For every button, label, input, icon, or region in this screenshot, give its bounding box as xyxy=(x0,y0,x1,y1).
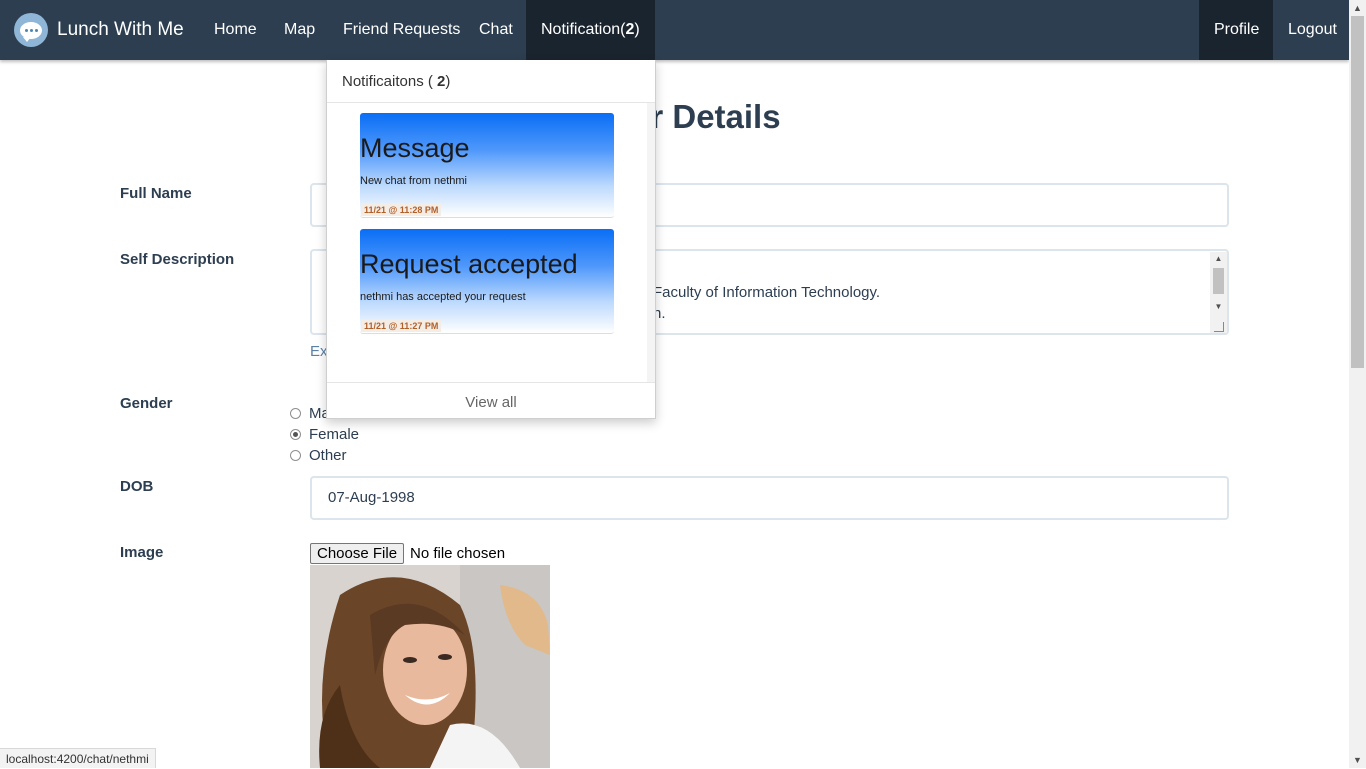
gender-option-female[interactable]: Female xyxy=(290,426,359,443)
notification-card-request[interactable]: Request accepted nethmi has accepted you… xyxy=(360,229,614,334)
profile-photo xyxy=(310,565,550,768)
gender-option-other[interactable]: Other xyxy=(290,447,347,464)
description-link[interactable]: Ex xyxy=(310,343,328,360)
notification-title: Message xyxy=(360,133,470,163)
nav-notification-close: ) xyxy=(634,21,640,38)
nav-friend-requests[interactable]: Friend Requests xyxy=(328,0,475,60)
nav-profile[interactable]: Profile xyxy=(1199,0,1273,60)
file-status: No file chosen xyxy=(410,545,506,562)
gender-label: Gender xyxy=(120,395,173,412)
view-all-link[interactable]: View all xyxy=(327,394,655,411)
radio-other-label: Other xyxy=(309,447,347,464)
self-description-label: Self Description xyxy=(120,251,235,268)
notification-header-close: ) xyxy=(445,73,451,90)
notification-body: nethmi has accepted your request xyxy=(360,291,526,303)
radio-female-label: Female xyxy=(309,426,360,443)
radio-female[interactable] xyxy=(290,429,301,440)
image-label: Image xyxy=(120,544,164,561)
textarea-scrollbar-thumb[interactable] xyxy=(1213,268,1224,294)
gender-option-male[interactable]: Ma xyxy=(290,405,330,422)
brand[interactable]: Lunch With Me xyxy=(14,0,184,60)
nav-notification-label: Notification( xyxy=(541,21,626,38)
textarea-scrollbar[interactable]: ▲ ▼ xyxy=(1210,252,1227,333)
notification-card-message[interactable]: Message New chat from nethmi 11/21 @ 11:… xyxy=(360,113,614,218)
radio-male[interactable] xyxy=(290,408,301,419)
notification-dropdown: Notificaitons ( 2) Message New chat from… xyxy=(326,60,656,419)
notification-divider xyxy=(327,102,655,103)
dob-field[interactable]: 07-Aug-1998 xyxy=(310,476,1229,520)
chat-bubble-logo-icon xyxy=(14,13,48,47)
dob-label: DOB xyxy=(120,478,154,495)
notification-title: Request accepted xyxy=(360,249,578,279)
notification-body: New chat from nethmi xyxy=(360,175,467,187)
full-name-label: Full Name xyxy=(120,185,192,202)
choose-file-button[interactable]: Choose File xyxy=(310,543,405,564)
nav-home[interactable]: Home xyxy=(199,0,272,60)
page-scrollbar-thumb[interactable] xyxy=(1351,16,1364,368)
nav-notification[interactable]: Notification(2) xyxy=(526,0,655,60)
resize-handle-icon[interactable] xyxy=(1214,322,1224,332)
notification-header-label: Notificaitons ( xyxy=(342,73,433,90)
scroll-down-icon[interactable]: ▼ xyxy=(1349,752,1366,768)
brand-name: Lunch With Me xyxy=(57,19,184,40)
nav-logout[interactable]: Logout xyxy=(1273,0,1352,60)
notification-footer-divider xyxy=(327,382,655,383)
textarea-scroll-down-icon[interactable]: ▼ xyxy=(1210,302,1227,311)
navbar: Lunch With Me Home Map Friend Requests C… xyxy=(0,0,1349,60)
notification-time: 11/21 @ 11:27 PM xyxy=(361,320,442,332)
nav-map[interactable]: Map xyxy=(269,0,330,60)
notification-header: Notificaitons ( 2) xyxy=(342,73,450,90)
notification-scrollbar[interactable] xyxy=(647,103,655,383)
browser-status-bar: localhost:4200/chat/nethmi xyxy=(0,748,156,768)
self-description-line-1: Faculty of Information Technology. xyxy=(653,284,881,301)
scroll-up-icon[interactable]: ▲ xyxy=(1349,0,1366,16)
textarea-scroll-up-icon[interactable]: ▲ xyxy=(1210,254,1227,263)
nav-chat[interactable]: Chat xyxy=(464,0,528,60)
page-scrollbar[interactable]: ▲ ▼ xyxy=(1349,0,1366,768)
radio-other[interactable] xyxy=(290,450,301,461)
notification-time: 11/21 @ 11:28 PM xyxy=(361,204,442,216)
